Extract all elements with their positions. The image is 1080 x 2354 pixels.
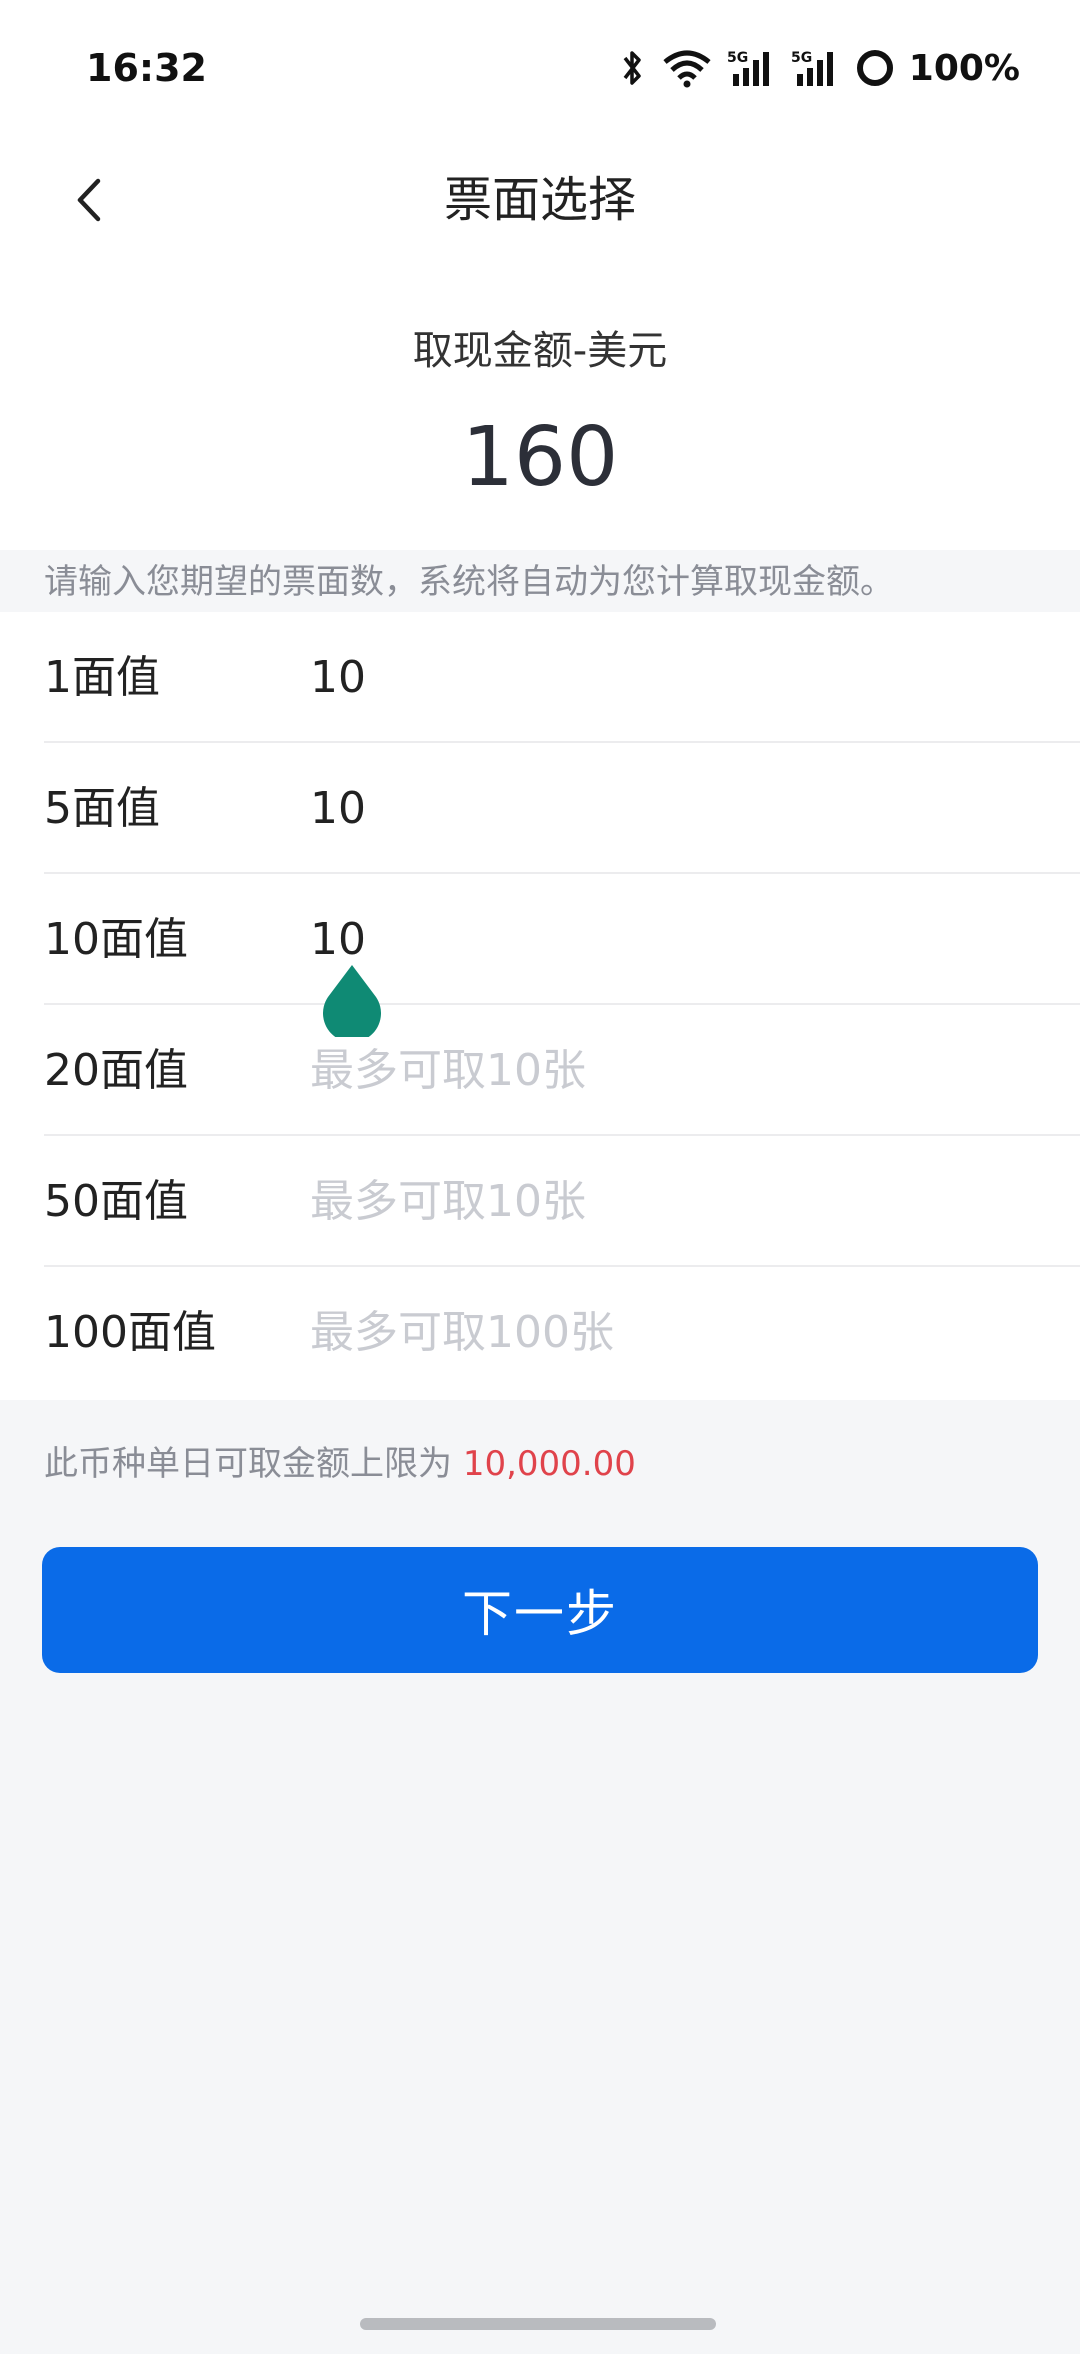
denomination-input-1[interactable] [310, 632, 1050, 722]
denomination-input-5[interactable] [310, 763, 1050, 853]
denomination-row-100: 100面值 [0, 1267, 1080, 1398]
denomination-label: 5面值 [44, 783, 160, 834]
denomination-row-20: 20面值 [0, 1005, 1080, 1136]
status-bar: 16:32 5G 5G 100% [0, 0, 1080, 140]
denomination-label: 100面值 [44, 1307, 216, 1358]
denomination-label: 20面值 [44, 1045, 188, 1096]
amount-section: 取现金额-美元 160 [0, 260, 1080, 550]
denomination-row-10: 10面值 [0, 874, 1080, 1005]
limit-text: 此币种单日可取金额上限为 10,000.00 [44, 1436, 636, 1485]
denomination-label: 10面值 [44, 914, 188, 965]
cellular-signal-icon-1: 5G [727, 48, 777, 88]
cellular-signal-icon-2: 5G [791, 48, 841, 88]
bluetooth-icon [617, 48, 647, 88]
denomination-row-50: 50面值 [0, 1136, 1080, 1267]
svg-text:5G: 5G [791, 50, 812, 66]
next-button[interactable]: 下一步 [42, 1547, 1038, 1673]
denomination-input-100[interactable] [310, 1287, 1050, 1377]
amount-label: 取现金额-美元 [412, 328, 668, 374]
back-button[interactable] [50, 160, 130, 240]
denomination-row-5: 5面值 [0, 743, 1080, 874]
hint-text: 请输入您期望的票面数，系统将自动为您计算取现金额。 [44, 562, 894, 602]
denomination-row-1: 1面值 [0, 612, 1080, 743]
limit-amount: 10,000.00 [462, 1444, 636, 1484]
status-time: 16:32 [86, 46, 207, 90]
limit-prefix: 此币种单日可取金额上限为 [44, 1444, 463, 1484]
amount-value: 160 [461, 410, 619, 505]
svg-text:5G: 5G [727, 50, 748, 66]
status-icons: 5G 5G 100% [617, 44, 1020, 92]
denomination-input-50[interactable] [310, 1156, 1050, 1246]
battery-percent: 100% [908, 47, 1020, 89]
denomination-label: 1面值 [44, 652, 160, 703]
cursor-handle-icon[interactable] [323, 965, 381, 1043]
denomination-input-20[interactable] [310, 1025, 1050, 1115]
chevron-left-icon [77, 178, 101, 222]
page-title: 票面选择 [443, 172, 636, 228]
denomination-label: 50面值 [44, 1176, 188, 1227]
home-indicator[interactable] [360, 2318, 716, 2330]
wifi-icon [661, 48, 713, 88]
denomination-list: 1面值 5面值 10面值 20面值 50面值 100面值 [0, 612, 1080, 1400]
denomination-input-10[interactable] [310, 894, 1050, 984]
battery-ring-icon [855, 48, 895, 88]
nav-bar: 票面选择 [0, 140, 1080, 260]
